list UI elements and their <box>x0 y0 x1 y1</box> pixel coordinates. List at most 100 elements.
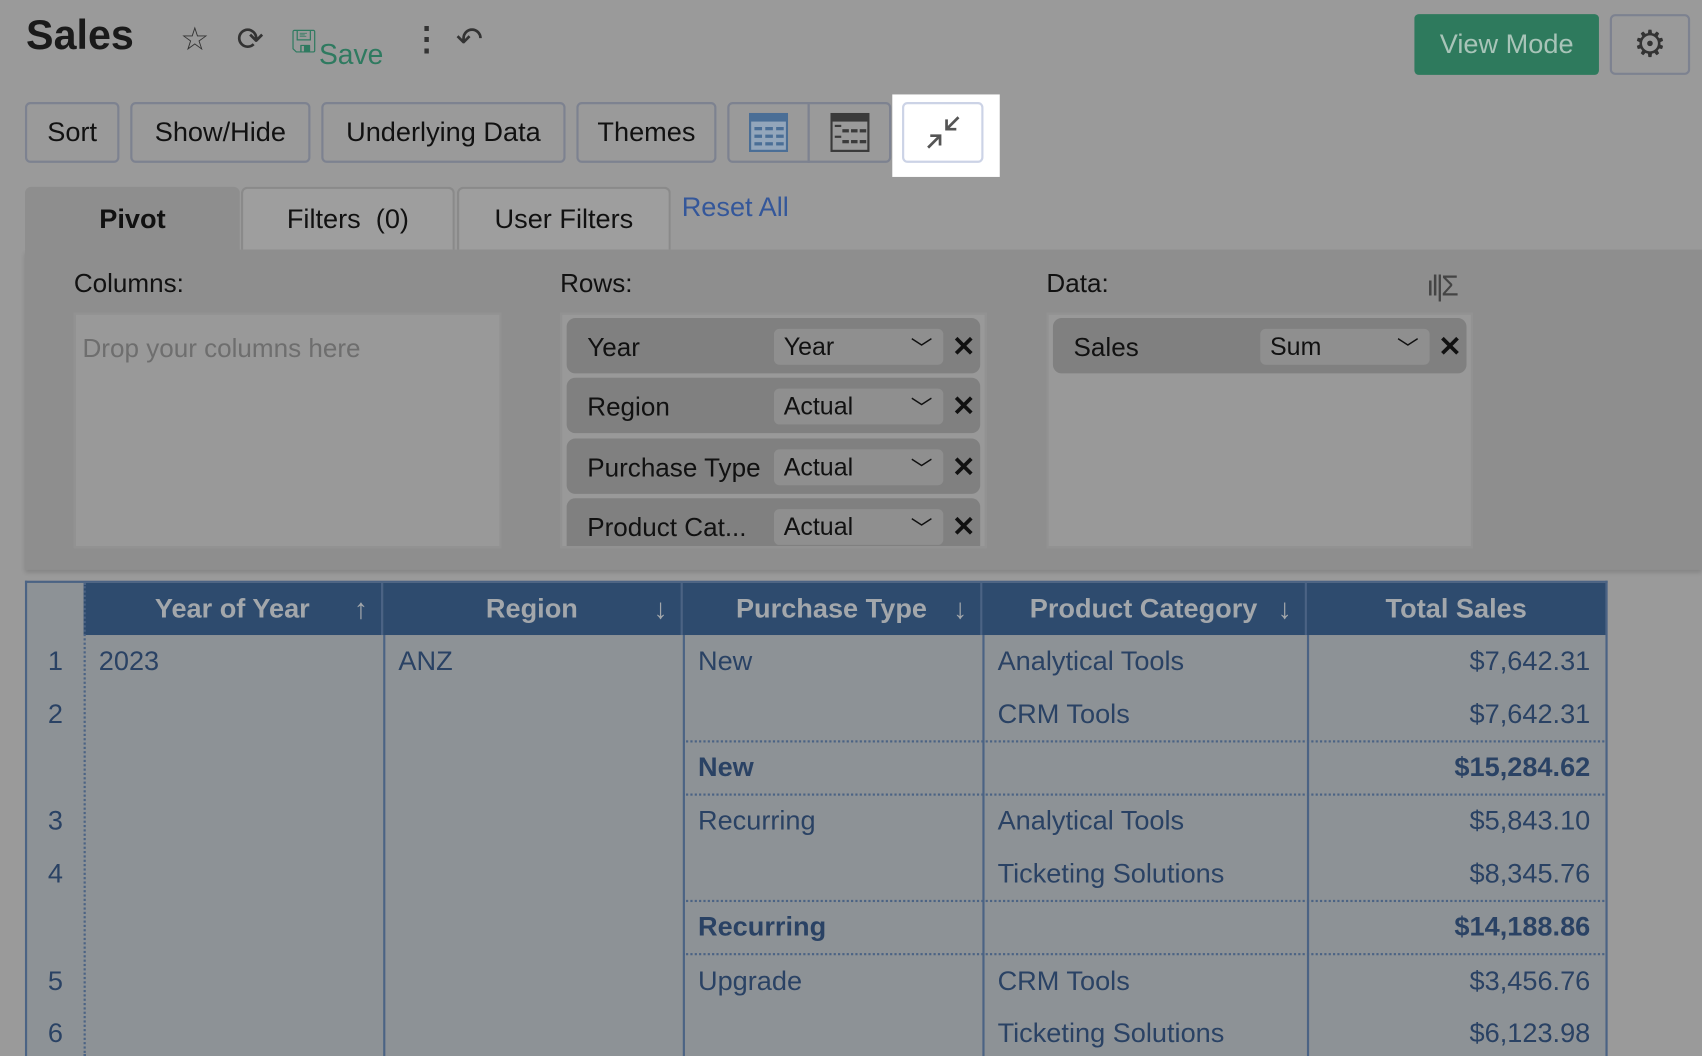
tabular-view-button[interactable] <box>727 102 810 163</box>
product-category-cell: CRM Tools <box>997 699 1130 730</box>
data-drop-zone: Sales Sum ﹀ ✕ <box>1046 312 1474 549</box>
column-header[interactable]: Region ↓ <box>383 582 683 636</box>
chevron-down-icon: ﹀ <box>910 397 933 422</box>
field-name: Product Cat... <box>587 513 747 543</box>
sort-descending-icon[interactable]: ↓ <box>653 592 667 626</box>
rows-label: Rows: <box>560 269 633 299</box>
total-sales-cell: $15,284.62 <box>1454 752 1591 783</box>
tab-user-filters[interactable]: User Filters <box>456 186 671 250</box>
save-icon: 🖫 <box>290 24 317 59</box>
row-field-region[interactable]: Region Actual ﹀ ✕ <box>566 377 981 434</box>
columns-label: Columns: <box>73 269 184 299</box>
field-name: Region <box>587 392 670 423</box>
purchase-type-cell: Upgrade <box>697 966 803 997</box>
select-value: Sum <box>1270 332 1322 361</box>
product-category-cell: CRM Tools <box>997 966 1130 997</box>
sort-descending-icon[interactable]: ↓ <box>1278 592 1292 626</box>
column-header-label: Region <box>485 593 578 624</box>
row-field-product-category[interactable]: Product Cat... Actual ﹀ ✕ <box>566 498 981 547</box>
select-value: Actual <box>783 512 854 541</box>
field-option-select[interactable]: Actual ﹀ <box>773 509 944 545</box>
select-value: Actual <box>783 452 854 481</box>
product-category-cell: Analytical Tools <box>997 805 1185 836</box>
reset-all-link[interactable]: Reset All <box>682 192 789 223</box>
column-header-label: Year of Year <box>154 593 310 624</box>
show-hide-button[interactable]: Show/Hide <box>130 102 311 163</box>
purchase-type-cell: New <box>697 752 754 783</box>
remove-icon[interactable]: ✕ <box>952 330 976 364</box>
page-title: Sales <box>26 13 134 59</box>
subtotal-divider <box>682 953 1606 956</box>
sort-ascending-icon[interactable]: ↑ <box>354 592 368 626</box>
column-header[interactable]: Year of Year ↑ <box>83 582 384 636</box>
field-name: Purchase Type <box>587 453 761 484</box>
region-cell: ANZ <box>398 645 453 677</box>
row-number: 2 <box>47 699 63 730</box>
rows-drop-zone: Year Year ﹀ ✕ Region Actual ﹀ ✕ Purchase Type A… <box>560 312 987 549</box>
total-sales-cell: $3,456.76 <box>1469 966 1591 997</box>
refresh-icon[interactable]: ⟳ <box>237 23 264 57</box>
columns-drop-zone[interactable]: Drop your columns here <box>73 312 502 549</box>
column-header[interactable]: Total Sales <box>1306 582 1606 636</box>
pivot-table: Year of Year ↑ Region ↓ Purchase Type ↓ Produc… <box>24 580 1608 1056</box>
column-header[interactable]: Product Category ↓ <box>982 582 1307 636</box>
view-mode-button[interactable]: View Mode <box>1414 14 1599 75</box>
total-sales-cell: $8,345.76 <box>1469 858 1591 890</box>
field-option-select[interactable]: Actual ﹀ <box>773 449 944 486</box>
year-cell: 2023 <box>98 645 160 677</box>
column-header-label: Product Category <box>1029 593 1258 624</box>
tab-pivot[interactable]: Pivot <box>24 186 240 250</box>
column-divider <box>1306 635 1310 1056</box>
underlying-data-button[interactable]: Underlying Data <box>321 102 566 163</box>
field-option-select[interactable]: Actual ﹀ <box>773 388 944 425</box>
row-field-purchase-type[interactable]: Purchase Type Actual ﹀ ✕ <box>566 438 981 494</box>
row-number: 5 <box>47 966 63 997</box>
exit-fullscreen-button[interactable] <box>902 102 984 163</box>
chevron-down-icon: ﹀ <box>910 458 933 482</box>
star-icon[interactable]: ☆ <box>180 23 209 57</box>
settings-gear-icon[interactable]: ⚙ <box>1609 14 1691 75</box>
row-number: 6 <box>47 1018 63 1049</box>
chevron-down-icon: ﹀ <box>1397 337 1419 362</box>
purchase-type-cell: New <box>697 645 753 677</box>
product-category-cell: Ticketing Solutions <box>997 1018 1225 1049</box>
row-number: 3 <box>47 805 63 836</box>
column-divider <box>982 635 985 1056</box>
row-number-divider <box>83 582 86 1056</box>
product-category-cell: Ticketing Solutions <box>997 858 1225 890</box>
columns-placeholder: Drop your columns here <box>82 334 361 364</box>
row-number: 4 <box>47 858 63 890</box>
sort-descending-icon[interactable]: ↓ <box>953 592 967 626</box>
select-value: Year <box>783 332 835 361</box>
remove-icon[interactable]: ✕ <box>952 390 976 424</box>
themes-button[interactable]: Themes <box>576 102 717 163</box>
column-divider <box>682 635 685 1056</box>
subtotal-divider <box>682 793 1606 796</box>
remove-icon[interactable]: ✕ <box>952 510 976 544</box>
field-option-select[interactable]: Year ﹀ <box>773 328 944 365</box>
table-layout-icon <box>748 112 789 152</box>
chevron-down-icon: ﹀ <box>910 517 933 542</box>
remove-icon[interactable]: ✕ <box>1438 330 1462 364</box>
sort-button[interactable]: Sort <box>24 102 120 163</box>
remove-icon[interactable]: ✕ <box>952 450 976 484</box>
subtotal-divider <box>682 899 1606 903</box>
tab-filters[interactable]: Filters (0) <box>240 186 455 250</box>
total-sales-cell: $14,188.86 <box>1454 911 1591 943</box>
compress-arrows-icon <box>926 116 959 149</box>
data-label: Data: <box>1046 269 1109 299</box>
total-sales-cell: $6,123.98 <box>1469 1018 1591 1049</box>
aggregate-sigma-icon[interactable]: ıl|Σ <box>1426 269 1458 303</box>
total-sales-cell: $7,642.31 <box>1469 699 1591 730</box>
purchase-type-cell: Recurring <box>697 805 816 836</box>
save-label: Save <box>318 37 384 71</box>
undo-icon[interactable]: ↶ <box>456 23 483 57</box>
aggregate-select[interactable]: Sum ﹀ <box>1260 328 1430 365</box>
field-name: Year <box>587 333 640 363</box>
column-header[interactable]: Purchase Type ↓ <box>682 582 983 636</box>
compact-view-button[interactable] <box>807 102 892 163</box>
row-field-year[interactable]: Year Year ﹀ ✕ <box>566 318 981 374</box>
more-options-icon[interactable]: ⋮ <box>410 23 443 57</box>
save-button[interactable]: 🖫 Save <box>291 20 383 72</box>
data-field-sales[interactable]: Sales Sum ﹀ ✕ <box>1052 318 1467 374</box>
